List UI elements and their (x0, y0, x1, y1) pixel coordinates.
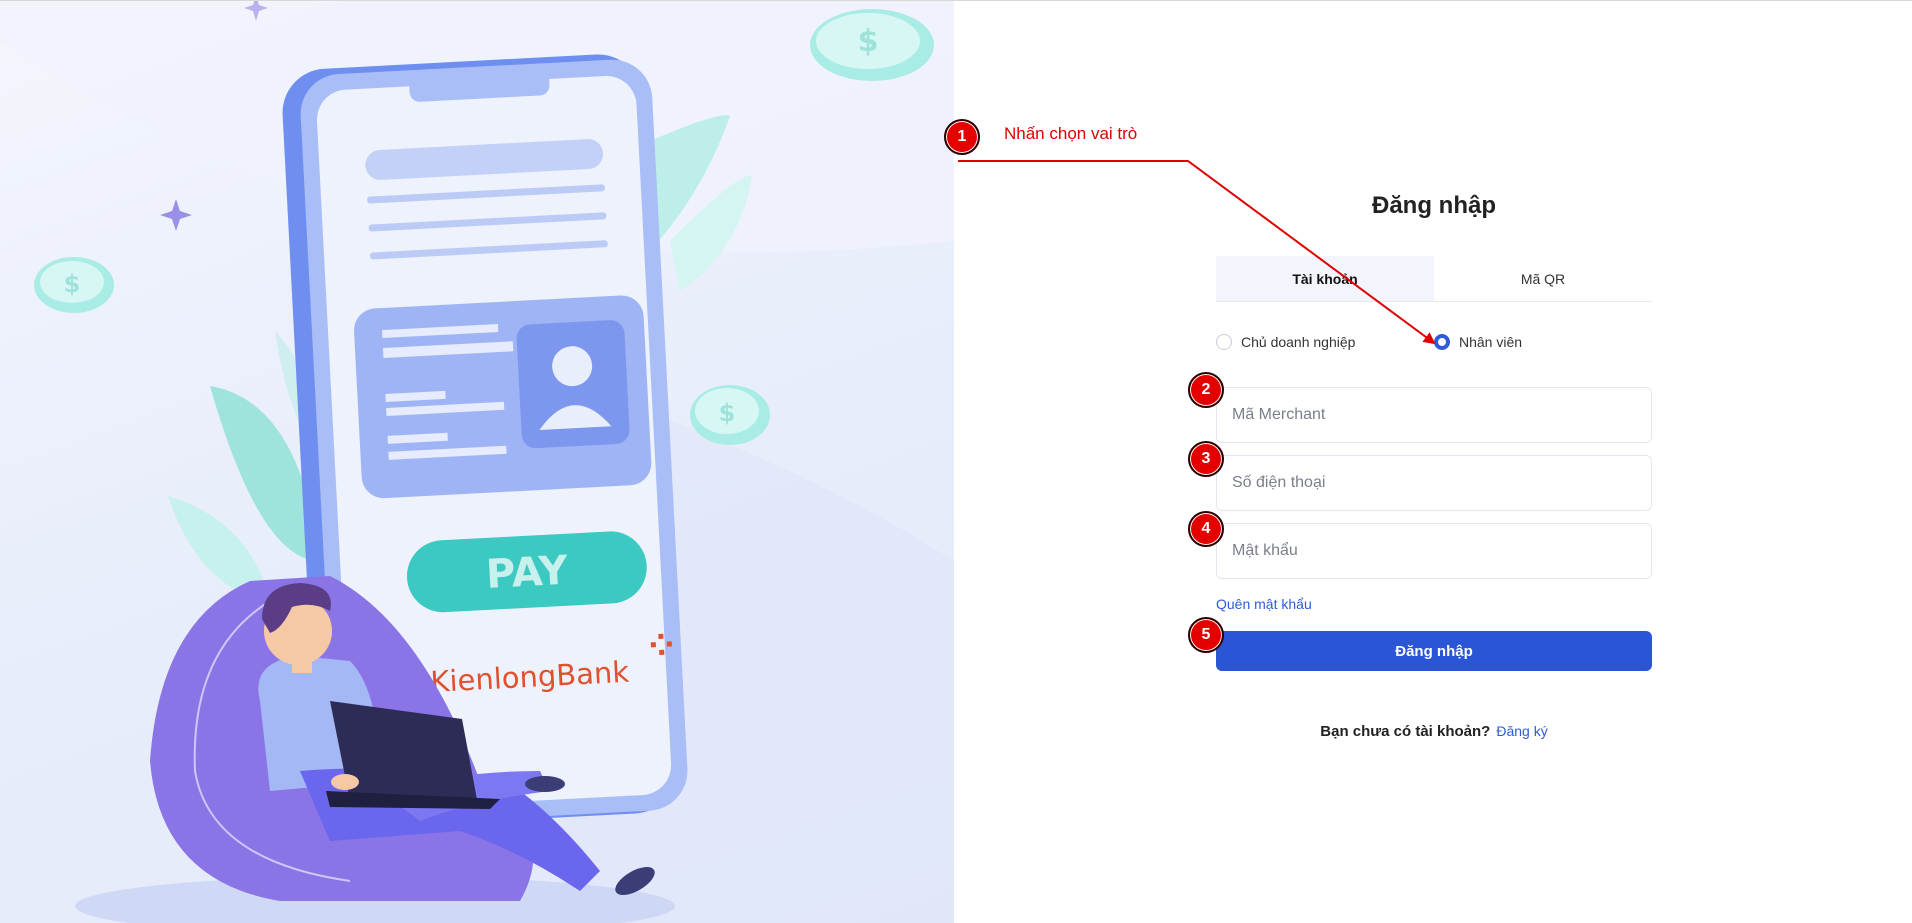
role-selector: Chủ doanh nghiệp Nhân viên (1216, 334, 1652, 356)
phone-input[interactable] (1217, 456, 1651, 510)
radio-circle[interactable] (1216, 334, 1232, 350)
radio-circle-checked[interactable] (1434, 334, 1450, 350)
annotation-text: Nhấn chọn vai trò (1004, 124, 1138, 143)
hero-illustration: $ $ $ PAY KienlongBank (0, 1, 954, 923)
phone-field (1216, 455, 1652, 511)
role-label: Nhân viên (1459, 334, 1523, 350)
coin-icon: $ (690, 385, 770, 445)
login-tabs: Tài khoản Mã QR (1216, 256, 1652, 302)
merchant-field (1216, 387, 1652, 443)
sparkle-icon (160, 199, 192, 231)
password-field (1216, 523, 1652, 579)
svg-text:$: $ (858, 24, 879, 59)
login-button[interactable]: Đăng nhập (1216, 631, 1652, 671)
svg-text:$: $ (64, 270, 81, 298)
step-badge-4: 4 (1188, 511, 1224, 547)
page-title: Đăng nhập (1372, 192, 1496, 219)
merchant-input[interactable] (1217, 388, 1651, 442)
role-option-business-owner[interactable]: Chủ doanh nghiệp (1216, 334, 1355, 350)
signup-row: Bạn chưa có tài khoản? Đăng ký (1216, 723, 1652, 740)
password-input[interactable] (1217, 524, 1651, 578)
tab-qr-code[interactable]: Mã QR (1434, 256, 1652, 301)
step-badge-3: 3 (1188, 441, 1224, 477)
no-account-text: Bạn chưa có tài khoản? (1320, 723, 1491, 740)
signup-link[interactable]: Đăng ký (1496, 723, 1547, 739)
svg-text:$: $ (719, 399, 736, 427)
coin-icon: $ (34, 257, 114, 313)
illustration-svg: $ $ $ PAY KienlongBank (0, 1, 954, 923)
step-badge-2: 2 (1188, 372, 1224, 408)
svg-text:PAY: PAY (485, 548, 570, 598)
coin-icon: $ (810, 9, 934, 81)
role-option-employee[interactable]: Nhân viên (1434, 334, 1522, 350)
forgot-password-link[interactable]: Quên mật khẩu (1216, 596, 1312, 612)
step-badge-1: 1 (944, 119, 980, 155)
role-label: Chủ doanh nghiệp (1241, 334, 1356, 350)
tab-account[interactable]: Tài khoản (1216, 256, 1434, 301)
step-badge-5: 5 (1188, 617, 1224, 653)
